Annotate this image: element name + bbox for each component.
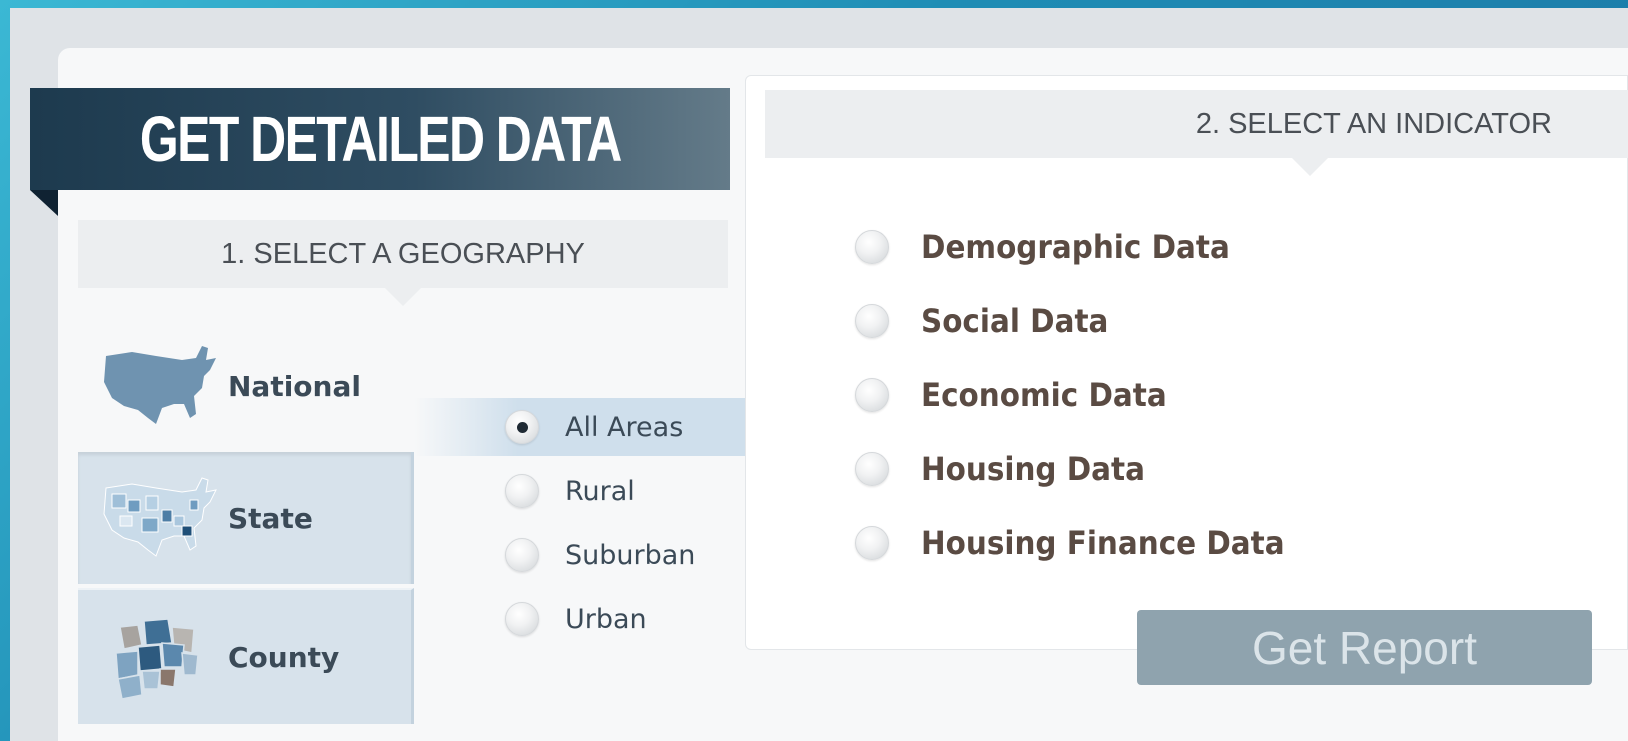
radio-button-checked[interactable] [505, 410, 539, 444]
geography-county[interactable]: County [78, 588, 414, 724]
get-report-button[interactable]: Get Report [1137, 610, 1592, 685]
page-title: GET DETAILED DATA [139, 103, 623, 175]
us-map-icon [104, 346, 216, 424]
indicator-option-social[interactable]: Social Data [855, 299, 1125, 343]
geography-county-label: County [228, 640, 340, 674]
radio-button[interactable] [505, 602, 539, 636]
indicator-option-economic[interactable]: Economic Data [855, 373, 1188, 417]
state-map-icon [103, 477, 217, 557]
radio-button[interactable] [855, 378, 889, 412]
area-option-label: Suburban [565, 539, 696, 571]
step-geography-label: 1. SELECT A GEOGRAPHY [221, 237, 585, 270]
banner-fold [30, 190, 58, 216]
indicator-option-housing[interactable]: Housing Data [855, 447, 1164, 491]
geography-state[interactable]: State [78, 452, 414, 584]
indicator-option-label: Economic Data [921, 376, 1167, 414]
geography-state-label: State [228, 501, 313, 535]
indicator-option-label: Housing Finance Data [921, 524, 1285, 562]
radio-button[interactable] [855, 526, 889, 560]
area-option-label: All Areas [565, 411, 684, 443]
page-banner: GET DETAILED DATA [30, 88, 730, 190]
radio-button[interactable] [855, 304, 889, 338]
area-option-label: Urban [565, 603, 647, 635]
indicator-option-label: Demographic Data [921, 228, 1230, 266]
radio-button[interactable] [855, 230, 889, 264]
indicator-option-label: Social Data [921, 302, 1109, 340]
radio-button[interactable] [505, 538, 539, 572]
area-option-rural[interactable]: Rural [505, 471, 635, 511]
area-option-urban[interactable]: Urban [505, 599, 647, 639]
radio-button[interactable] [505, 474, 539, 508]
step-geography-header: 1. SELECT A GEOGRAPHY [78, 220, 728, 306]
area-option-suburban[interactable]: Suburban [505, 535, 695, 575]
geography-national-label: National [228, 369, 361, 403]
step-indicator-header: 2. SELECT AN INDICATOR [765, 90, 1628, 176]
area-option-label: Rural [565, 475, 635, 507]
indicator-option-label: Housing Data [921, 450, 1145, 488]
indicator-option-housing-finance[interactable]: Housing Finance Data [855, 521, 1316, 565]
area-option-all[interactable]: All Areas [505, 407, 683, 447]
indicator-option-demographic[interactable]: Demographic Data [855, 225, 1257, 269]
county-map-icon [115, 618, 199, 700]
geography-national[interactable]: National [78, 320, 414, 452]
step-indicator-label: 2. SELECT AN INDICATOR [1195, 107, 1552, 140]
radio-button[interactable] [855, 452, 889, 486]
